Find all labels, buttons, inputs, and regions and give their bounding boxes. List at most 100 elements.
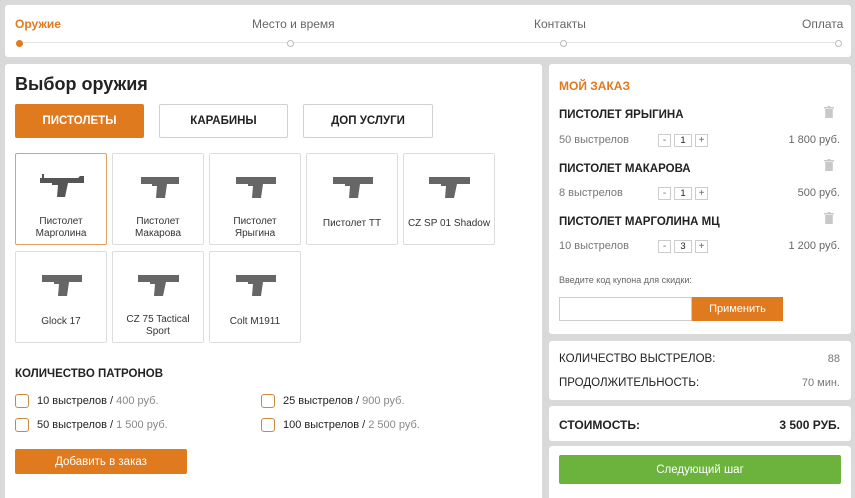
ammo-checkbox[interactable] <box>15 394 29 408</box>
pistol-makarov-icon <box>141 177 179 198</box>
quantity-stepper[interactable]: - 1 + <box>658 134 708 147</box>
order-item-name: ПИСТОЛЕТ МАКАРОВА <box>559 163 691 175</box>
step-label: Место и время <box>252 17 335 31</box>
qty-value[interactable]: 3 <box>674 240 692 253</box>
ammo-shots: 100 выстрелов <box>283 419 360 431</box>
ammo-separator: / <box>352 395 363 407</box>
cost-label: СТОИМОСТЬ: <box>559 418 641 432</box>
quantity-stepper[interactable]: - 1 + <box>658 187 708 200</box>
next-step-button[interactable]: Следующий шаг <box>559 455 841 484</box>
add-to-order-button[interactable]: Добавить в заказ <box>15 449 187 474</box>
tab-extra-services[interactable]: ДОП УСЛУГИ <box>303 104 433 138</box>
pistol-tt-icon <box>333 177 373 198</box>
step-dot <box>835 40 842 47</box>
trash-icon[interactable] <box>824 159 834 171</box>
next-step-panel: Следующий шаг <box>549 446 851 498</box>
order-item-shots: 10 выстрелов <box>559 240 629 252</box>
ammo-separator: / <box>106 395 117 407</box>
order-item-price: 500 руб. <box>797 187 840 199</box>
ammo-separator: / <box>106 419 117 431</box>
qty-minus-button[interactable]: - <box>658 134 671 147</box>
step-dot <box>16 40 23 47</box>
weapon-card-margolin[interactable]: Пистолет Марголина <box>15 153 107 245</box>
pistol-glock-icon <box>42 275 82 296</box>
order-item-price: 1 200 руб. <box>788 240 840 252</box>
qty-plus-button[interactable]: + <box>695 240 708 253</box>
ammo-checkbox[interactable] <box>261 418 275 432</box>
ammo-option-50[interactable]: 50 выстрелов / 1 500 руб. <box>15 418 168 432</box>
ammo-price: 900 руб. <box>362 395 405 407</box>
ammo-option-25[interactable]: 25 выстрелов / 900 руб. <box>261 394 405 408</box>
summary-panel: КОЛИЧЕСТВО ВЫСТРЕЛОВ: 88 ПРОДОЛЖИТЕЛЬНОС… <box>549 341 851 400</box>
ammo-price: 2 500 руб. <box>368 419 420 431</box>
order-item-price: 1 800 руб. <box>788 134 840 146</box>
step-label: Оружие <box>15 17 61 31</box>
qty-minus-button[interactable]: - <box>658 240 671 253</box>
ammo-shots: 25 выстрелов <box>283 395 353 407</box>
pistol-yarygin-icon <box>236 177 276 198</box>
weapon-card-cz-shadow[interactable]: CZ SP 01 Shadow <box>403 153 495 245</box>
weapon-card-colt[interactable]: Colt M1911 <box>209 251 301 343</box>
step-payment[interactable]: Оплата <box>802 17 844 47</box>
weapon-name: Glock 17 <box>41 316 81 327</box>
weapon-card-cz75[interactable]: CZ 75 Tactical Sport <box>112 251 204 343</box>
cost-panel: СТОИМОСТЬ: 3 500 РУБ. <box>549 406 851 441</box>
step-label: Контакты <box>534 17 586 31</box>
ammo-shots: 50 выстрелов <box>37 419 107 431</box>
trash-icon[interactable] <box>824 212 834 224</box>
cost-value: 3 500 РУБ. <box>779 418 840 432</box>
order-item-name: ПИСТОЛЕТ ЯРЫГИНА <box>559 109 684 121</box>
pistol-cz75-icon <box>138 275 179 296</box>
qty-plus-button[interactable]: + <box>695 187 708 200</box>
step-dot <box>560 40 567 47</box>
apply-coupon-button[interactable]: Применить <box>692 297 783 321</box>
order-panel: МОЙ ЗАКАЗ ПИСТОЛЕТ ЯРЫГИНА 50 выстрелов … <box>549 64 851 334</box>
ammo-section-title: КОЛИЧЕСТВО ПАТРОНОВ <box>15 368 164 380</box>
coupon-hint: Введите код купона для скидки: <box>559 275 692 285</box>
order-item-shots: 8 выстрелов <box>559 187 623 199</box>
quantity-stepper[interactable]: - 3 + <box>658 240 708 253</box>
weapon-card-tt[interactable]: Пистолет ТТ <box>306 153 398 245</box>
ammo-checkbox[interactable] <box>261 394 275 408</box>
weapon-selection-panel: Выбор оружия ПИСТОЛЕТЫ КАРАБИНЫ ДОП УСЛУ… <box>5 64 542 498</box>
duration-value: 70 мин. <box>801 377 840 389</box>
weapon-name: CZ 75 Tactical Sport <box>126 314 190 337</box>
order-item-name: ПИСТОЛЕТ МАРГОЛИНА МЦ <box>559 216 720 228</box>
qty-plus-button[interactable]: + <box>695 134 708 147</box>
page-title: Выбор оружия <box>15 74 148 94</box>
step-contacts[interactable]: Контакты <box>534 17 586 47</box>
ammo-price: 1 500 руб. <box>116 419 168 431</box>
ammo-price: 400 руб. <box>116 395 159 407</box>
pistol-colt-icon <box>236 275 276 296</box>
step-place-time[interactable]: Место и время <box>252 17 335 47</box>
weapon-card-makarov[interactable]: Пистолет Макарова <box>112 153 204 245</box>
weapon-name: Пистолет ТТ <box>322 218 382 229</box>
step-label: Оплата <box>802 17 844 31</box>
weapon-card-glock[interactable]: Glock 17 <box>15 251 107 343</box>
step-weapon[interactable]: Оружие <box>15 17 61 47</box>
step-dot <box>287 40 294 47</box>
duration-label: ПРОДОЛЖИТЕЛЬНОСТЬ: <box>559 377 700 389</box>
pistol-cz-shadow-icon <box>429 177 470 198</box>
ammo-checkbox[interactable] <box>15 418 29 432</box>
stepper-line <box>19 42 837 43</box>
ammo-option-10[interactable]: 10 выстрелов / 400 руб. <box>15 394 159 408</box>
order-item-shots: 50 выстрелов <box>559 134 629 146</box>
qty-minus-button[interactable]: - <box>658 187 671 200</box>
progress-stepper: Оружие Место и время Контакты Оплата <box>5 5 851 57</box>
qty-value[interactable]: 1 <box>674 187 692 200</box>
ammo-option-100[interactable]: 100 выстрелов / 2 500 руб. <box>261 418 420 432</box>
weapon-name: Colt M1911 <box>229 316 281 327</box>
tab-carbines[interactable]: КАРАБИНЫ <box>159 104 288 138</box>
weapon-card-yarygin[interactable]: Пистолет Ярыгина <box>209 153 301 245</box>
pistol-margolin-icon <box>40 174 84 197</box>
coupon-input[interactable] <box>559 297 692 321</box>
weapon-name: Пистолет Макарова <box>134 216 182 239</box>
ammo-shots: 10 выстрелов <box>37 395 107 407</box>
qty-value[interactable]: 1 <box>674 134 692 147</box>
trash-icon[interactable] <box>824 106 834 118</box>
weapon-name: Пистолет Марголина <box>35 216 87 239</box>
shots-label: КОЛИЧЕСТВО ВЫСТРЕЛОВ: <box>559 353 716 365</box>
shots-value: 88 <box>827 353 840 365</box>
tab-pistols[interactable]: ПИСТОЛЕТЫ <box>15 104 144 138</box>
